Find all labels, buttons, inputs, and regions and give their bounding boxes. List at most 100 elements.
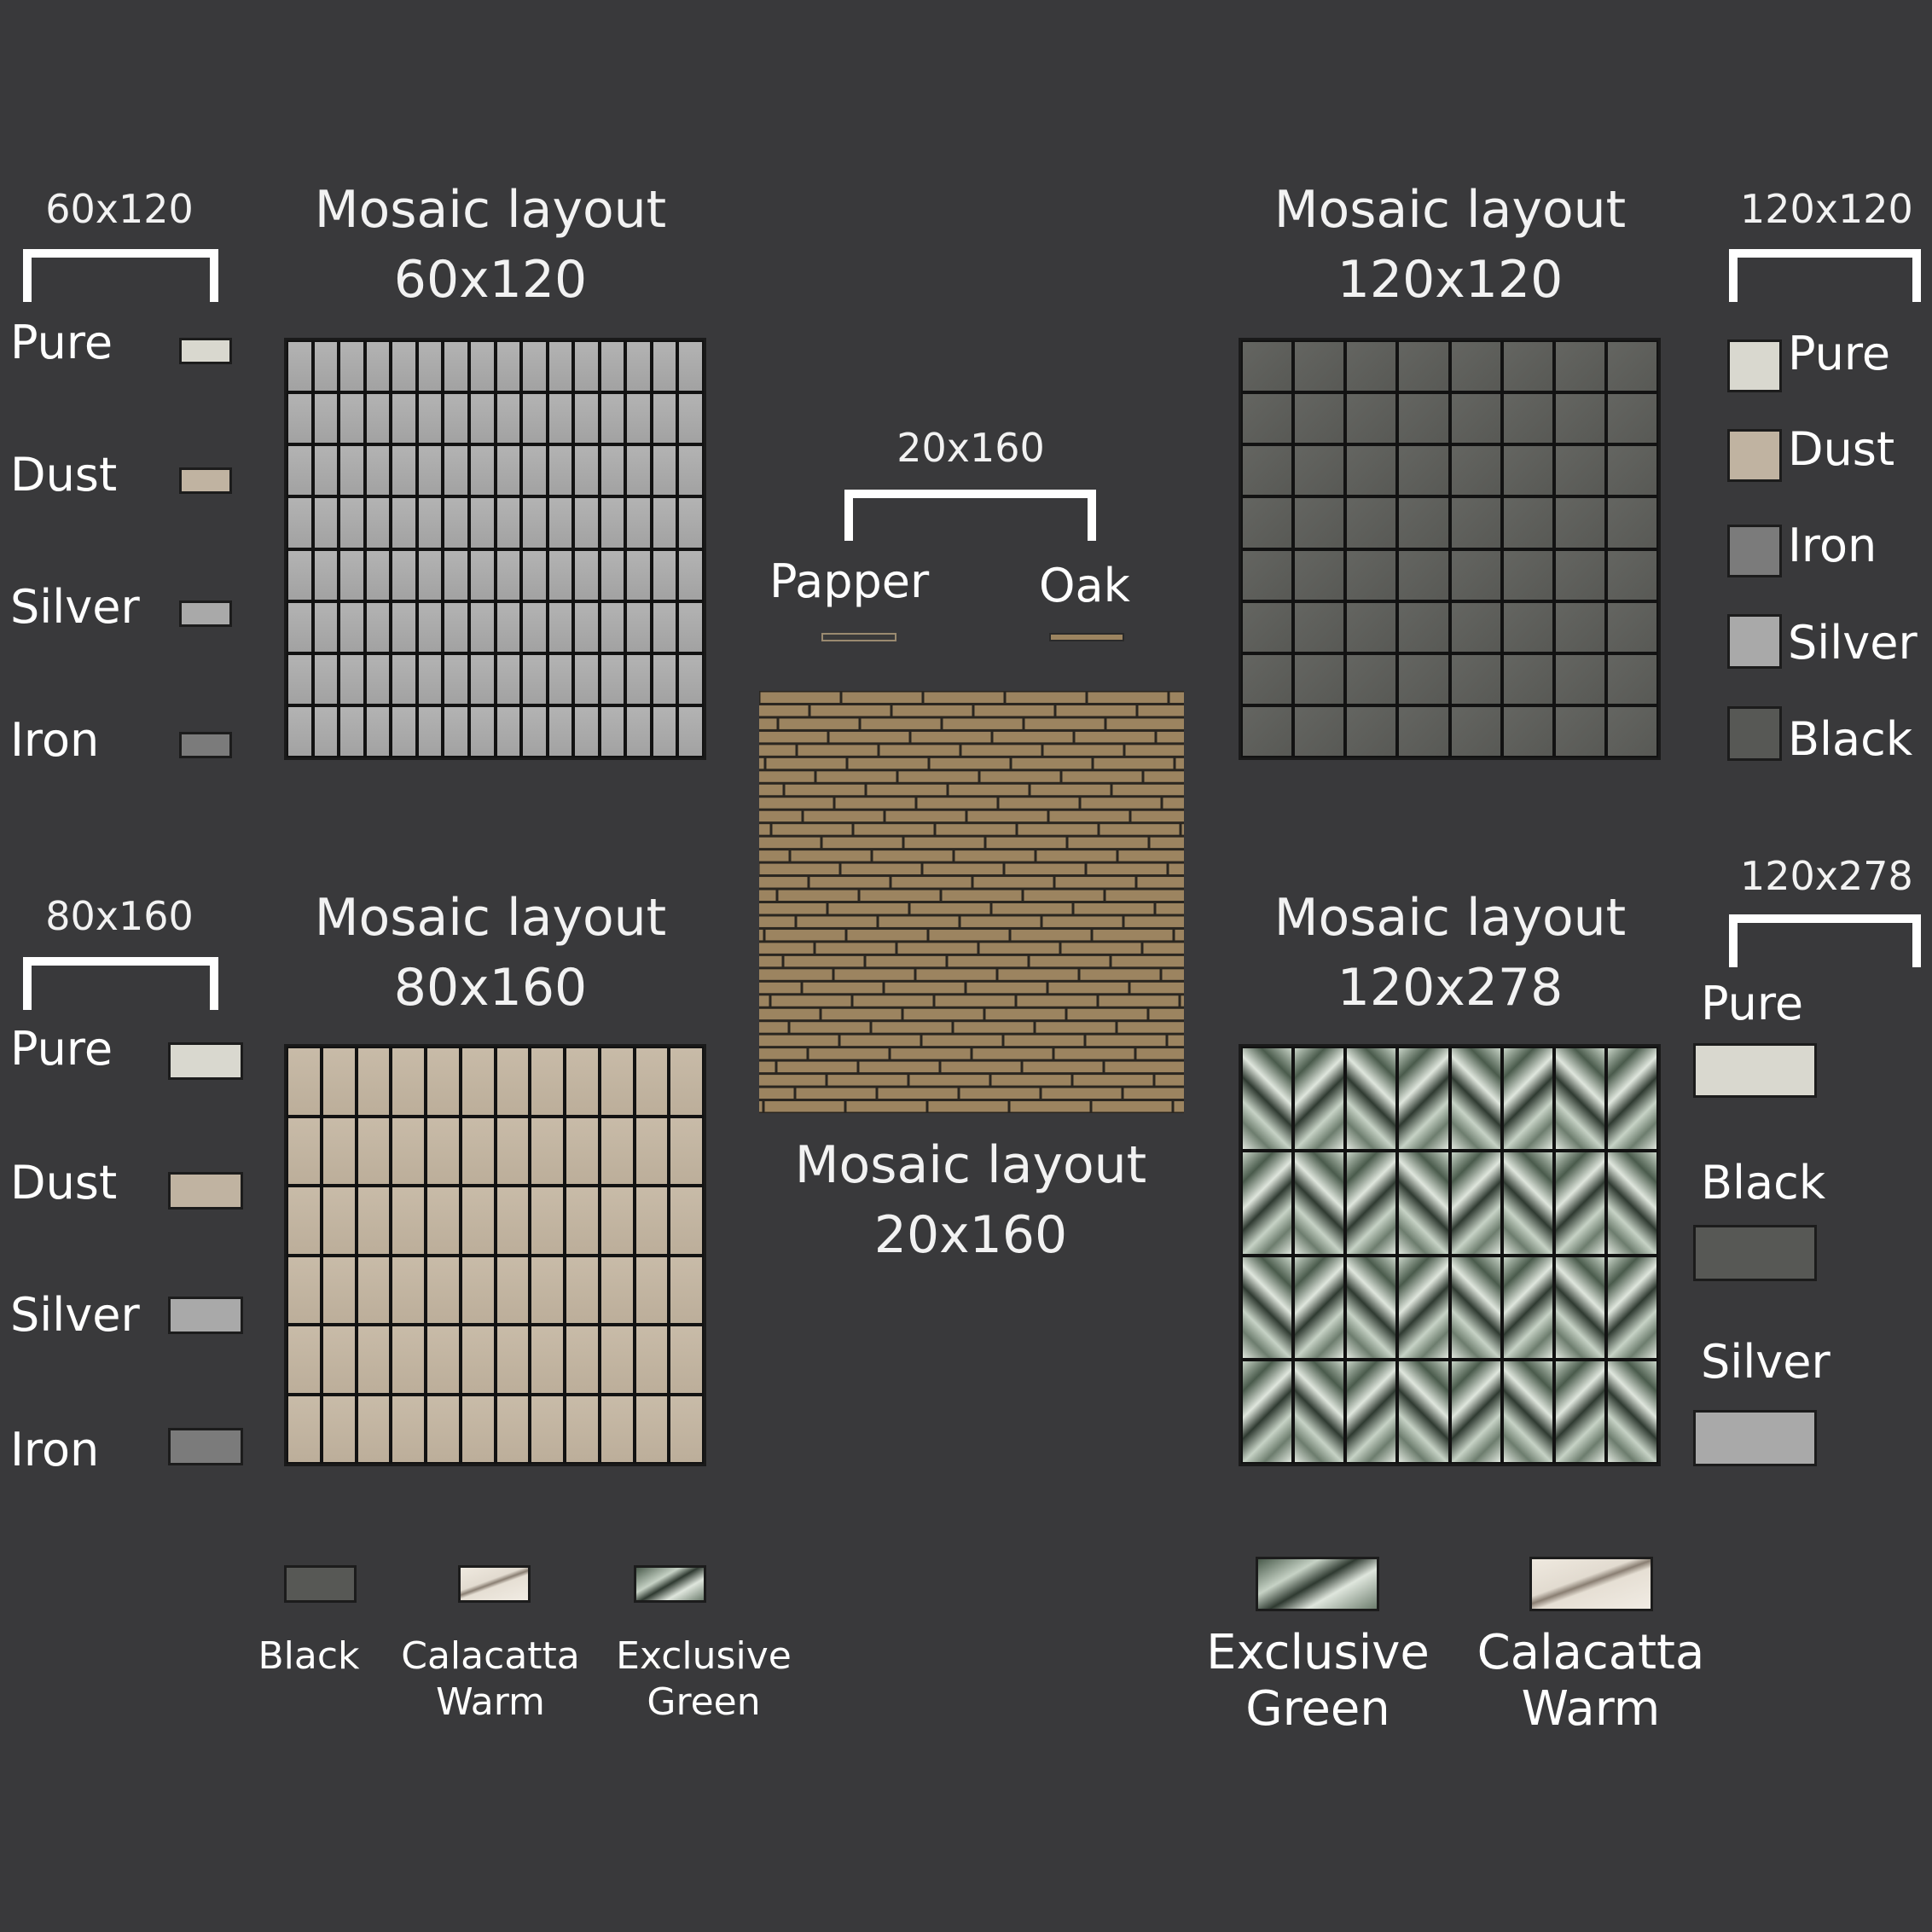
plank-tile — [759, 731, 827, 743]
mosaic-tile — [1451, 394, 1500, 444]
mosaic-tile — [314, 550, 338, 600]
plank-tile — [771, 995, 851, 1007]
panel-title-60x120: Mosaic layout 60x120 — [286, 175, 695, 315]
mosaic-tile — [470, 498, 494, 548]
title-line-2: 20x160 — [873, 1205, 1068, 1265]
plank-tile — [798, 745, 878, 756]
mosaic-tile — [1503, 342, 1552, 392]
mosaic-tile — [392, 706, 415, 756]
tile-catalog-sheet: 60x120 Pure Dust Silver Iron Mosaic layo… — [0, 0, 1932, 1932]
plank-tile — [1036, 850, 1117, 862]
mosaic-tile — [670, 1395, 702, 1462]
mosaic-tile — [1295, 1361, 1344, 1462]
mosaic-tile — [548, 498, 572, 548]
variant-label-pure-60x120: Pure — [10, 316, 113, 369]
mosaic-tile — [1503, 1361, 1552, 1462]
mosaic-tile — [340, 602, 363, 652]
mosaic-tile — [1503, 1048, 1552, 1150]
mosaic-tile — [523, 394, 546, 444]
mosaic-tile — [470, 654, 494, 704]
mosaic-tile — [392, 1395, 424, 1462]
mosaic-tile — [470, 446, 494, 496]
plank-tile — [1012, 757, 1092, 769]
plank-tile — [992, 903, 1072, 914]
plank-tile — [766, 757, 846, 769]
plank-tile — [1099, 995, 1179, 1007]
mosaic-tile — [392, 1256, 424, 1323]
mosaic-tile — [322, 1187, 355, 1254]
mosaic-tile — [653, 654, 676, 704]
mosaic-tile — [531, 1117, 563, 1184]
caption-line-1: Black — [258, 1634, 360, 1678]
plank-tile — [928, 1101, 1008, 1112]
plank-tile — [1062, 771, 1142, 782]
mosaic-tile — [357, 1395, 390, 1462]
mosaic-tile — [653, 394, 676, 444]
mosaic-tile — [635, 1326, 668, 1393]
plank-tile — [1123, 1088, 1184, 1099]
mosaic-tile — [1607, 342, 1656, 392]
mosaic-tile — [575, 654, 598, 704]
mosaic-tile — [531, 1256, 563, 1323]
plank-tile — [861, 718, 941, 729]
mosaic-tile — [1347, 550, 1396, 600]
mosaic-tile — [288, 498, 311, 548]
caption-black: Black — [241, 1633, 377, 1680]
mosaic-tile — [1243, 1152, 1292, 1254]
mosaic-tile — [679, 550, 702, 600]
plank-tile — [860, 890, 940, 901]
mosaic-tile — [523, 446, 546, 496]
title-line-2: 60x120 — [393, 250, 588, 310]
mosaic-tile — [1607, 1048, 1656, 1150]
variant-label-iron-120x120: Iron — [1788, 519, 1877, 572]
plank-tile — [835, 798, 915, 809]
mosaic-tile — [600, 602, 624, 652]
mosaic-tile — [1243, 602, 1292, 652]
panel-title-80x160: Mosaic layout 80x160 — [286, 883, 695, 1023]
plank-tile — [1043, 745, 1123, 756]
plank-tile — [759, 903, 827, 914]
mosaic-tile — [600, 1117, 633, 1184]
mosaic-grid-120x278 — [1239, 1044, 1661, 1466]
mosaic-tile — [470, 706, 494, 756]
mosaic-tile — [288, 550, 311, 600]
mosaic-tile — [314, 602, 338, 652]
mosaic-tile — [392, 654, 415, 704]
plank-tile — [891, 877, 972, 888]
mosaic-tile — [1243, 1048, 1292, 1150]
mosaic-tile — [357, 1256, 390, 1323]
mosaic-tile — [1503, 1256, 1552, 1358]
mosaic-tile — [418, 706, 442, 756]
mosaic-tile — [444, 342, 467, 392]
mosaic-tile — [392, 1326, 424, 1393]
mosaic-tile — [679, 706, 702, 756]
swatch-silver-120x278 — [1693, 1410, 1817, 1466]
mosaic-tile — [1243, 394, 1292, 444]
plank-tile — [1117, 1022, 1184, 1033]
mosaic-tile — [444, 394, 467, 444]
mosaic-tile — [1555, 394, 1604, 444]
caption-calacatta-warm: Calacatta Warm — [388, 1633, 593, 1726]
plank-tile — [784, 955, 864, 967]
mosaic-tile — [461, 1256, 494, 1323]
plank-tile — [1094, 757, 1174, 769]
mosaic-tile — [288, 602, 311, 652]
caption-line-2: Warm — [1521, 1681, 1661, 1737]
mosaic-tile — [1503, 498, 1552, 548]
mosaic-tile — [1295, 706, 1344, 756]
plank-tile — [816, 771, 896, 782]
mosaic-tile — [427, 1326, 459, 1393]
plank-tile — [1010, 1101, 1090, 1112]
plank-tile — [1087, 863, 1167, 875]
mosaic-tile — [392, 446, 415, 496]
mosaic-tile — [1607, 394, 1656, 444]
mosaic-tile — [635, 1048, 668, 1115]
mosaic-tile — [392, 1048, 424, 1115]
mosaic-tile — [1347, 498, 1396, 548]
mosaic-tile — [418, 550, 442, 600]
plank-tile — [759, 1061, 775, 1073]
mosaic-tile — [418, 446, 442, 496]
swatch-dust-80x160 — [168, 1172, 243, 1210]
mosaic-tile — [1243, 342, 1292, 392]
plank-tile — [1093, 929, 1173, 941]
